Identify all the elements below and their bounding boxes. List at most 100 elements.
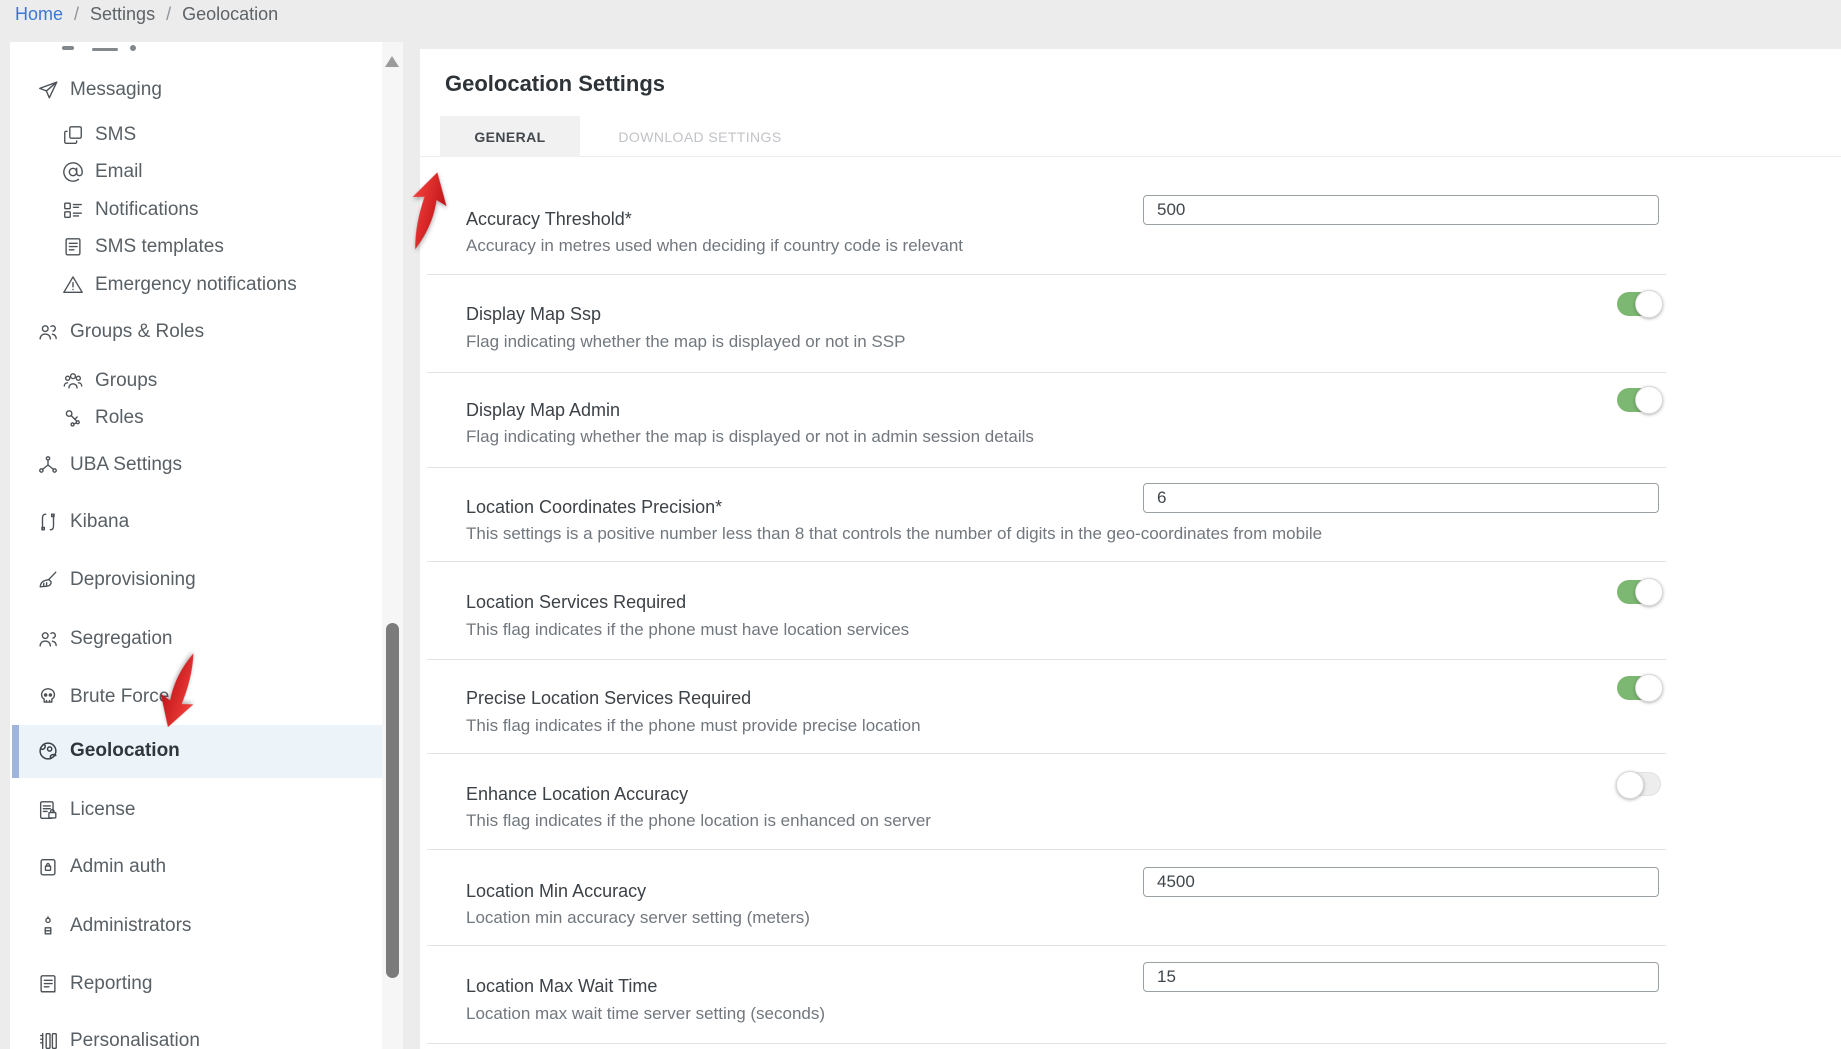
sidebar-item-reporting[interactable]: Reporting — [37, 970, 152, 998]
sidebar-item-label: Kibana — [70, 511, 129, 533]
setting-label-display-map-ssp: Display Map Ssp — [466, 304, 601, 325]
setting-description: Flag indicating whether the map is displ… — [466, 332, 905, 352]
sidebar-item-label: Admin auth — [70, 856, 166, 878]
sidebar-item-label: Personalisation — [70, 1030, 200, 1049]
sidebar-item-label: Deprovisioning — [70, 569, 196, 591]
setting-description: This flag indicates if the phone must pr… — [466, 716, 921, 736]
settings-sidebar: Messaging SMS Email Notifications SMS te… — [10, 42, 403, 1049]
toggle-knob — [1616, 771, 1644, 799]
setting-label-location-min-accuracy: Location Min Accuracy — [466, 881, 646, 902]
sidebar-item-label: Emergency notifications — [95, 274, 297, 296]
page-title: Geolocation Settings — [445, 71, 665, 97]
sidebar-item-groups-roles[interactable]: Groups & Roles — [37, 318, 204, 346]
geolocation-settings-panel: Geolocation Settings GENERAL DOWNLOAD SE… — [420, 49, 1841, 1049]
row-divider — [427, 561, 1666, 562]
sidebar-scrollbar[interactable] — [382, 42, 403, 1049]
paper-plane-icon — [37, 79, 59, 101]
sidebar-item-emergency-notifications[interactable]: Emergency notifications — [62, 271, 297, 299]
row-divider — [427, 1043, 1666, 1044]
setting-description: This settings is a positive number less … — [466, 524, 1322, 544]
row-divider — [427, 753, 1666, 754]
clipped-nav-item-fragment — [62, 46, 74, 50]
sidebar-item-segregation[interactable]: Segregation — [37, 625, 172, 653]
row-divider — [427, 945, 1666, 946]
toggle-knob — [1635, 290, 1663, 318]
sidebar-item-license[interactable]: License — [37, 796, 136, 824]
location-max-wait-time-input[interactable] — [1143, 962, 1659, 992]
sidebar-item-label: Messaging — [70, 79, 162, 101]
clipped-nav-item-fragment — [92, 48, 118, 51]
tab-general[interactable]: GENERAL — [440, 116, 580, 157]
document-lines-icon — [37, 973, 59, 995]
badge-lock-icon — [37, 856, 59, 878]
setting-description: Location min accuracy server setting (me… — [466, 908, 810, 928]
precise-location-services-required-toggle[interactable] — [1617, 676, 1661, 700]
sidebar-scrollbar-thumb[interactable] — [386, 623, 399, 978]
setting-label-precise-location-services-required: Precise Location Services Required — [466, 688, 751, 709]
breadcrumb-geolocation: Geolocation — [182, 4, 278, 25]
breadcrumb-home-link[interactable]: Home — [15, 4, 63, 25]
scroll-up-arrow-icon[interactable] — [385, 56, 399, 67]
globe-icon — [37, 740, 59, 762]
sidebar-item-sms[interactable]: SMS — [62, 121, 136, 149]
breadcrumb-settings: Settings — [90, 4, 155, 25]
branch-nodes-icon — [37, 454, 59, 476]
breadcrumb-separator: / — [166, 4, 171, 25]
selected-row-accent-bar — [12, 725, 19, 778]
broom-icon — [37, 569, 59, 591]
sidebar-item-email[interactable]: Email — [62, 158, 143, 186]
book-columns-icon — [37, 1030, 59, 1049]
tab-bar: GENERAL DOWNLOAD SETTINGS — [420, 116, 1841, 157]
two-people-icon — [37, 628, 59, 650]
sidebar-item-label: Administrators — [70, 915, 191, 937]
sidebar-item-label: License — [70, 799, 136, 821]
setting-label-location-coordinates-precision: Location Coordinates Precision* — [466, 497, 722, 518]
toggle-knob — [1635, 578, 1663, 606]
breadcrumb-separator: / — [74, 4, 79, 25]
setting-label-display-map-admin: Display Map Admin — [466, 400, 620, 421]
sidebar-item-label: Groups — [95, 370, 157, 392]
list-grid-icon — [62, 199, 84, 221]
setting-description: Location max wait time server setting (s… — [466, 1004, 825, 1024]
sidebar-item-kibana[interactable]: Kibana — [37, 508, 129, 536]
sidebar-item-geolocation[interactable]: Geolocation — [37, 737, 180, 765]
sidebar-item-personalisation[interactable]: Personalisation — [37, 1027, 200, 1049]
sidebar-item-label: SMS templates — [95, 236, 224, 258]
enhance-location-accuracy-toggle[interactable] — [1617, 772, 1661, 796]
location-services-required-toggle[interactable] — [1617, 580, 1661, 604]
row-divider — [427, 849, 1666, 850]
row-divider — [427, 659, 1666, 660]
document-lock-icon — [37, 799, 59, 821]
breadcrumb: Home / Settings / Geolocation — [15, 2, 278, 26]
location-coordinates-precision-input[interactable] — [1143, 483, 1659, 513]
skull-icon — [37, 686, 59, 708]
people-group-icon — [62, 370, 84, 392]
at-sign-icon — [62, 161, 84, 183]
sidebar-item-label: Reporting — [70, 973, 152, 995]
setting-description: This flag indicates if the phone must ha… — [466, 620, 909, 640]
sidebar-item-messaging[interactable]: Messaging — [37, 76, 162, 104]
key-nodes-icon — [62, 407, 84, 429]
display-map-admin-toggle[interactable] — [1617, 388, 1661, 412]
row-divider — [427, 274, 1666, 275]
sidebar-item-label: Email — [95, 161, 143, 183]
sidebar-item-groups[interactable]: Groups — [62, 367, 157, 395]
sidebar-item-deprovisioning[interactable]: Deprovisioning — [37, 566, 196, 594]
toggle-knob — [1635, 674, 1663, 702]
display-map-ssp-toggle[interactable] — [1617, 292, 1661, 316]
sidebar-item-notifications[interactable]: Notifications — [62, 196, 199, 224]
sidebar-item-uba-settings[interactable]: UBA Settings — [37, 451, 182, 479]
location-min-accuracy-input[interactable] — [1143, 867, 1659, 897]
toggle-knob — [1635, 386, 1663, 414]
setting-label-location-max-wait-time: Location Max Wait Time — [466, 976, 657, 997]
copy-icon — [62, 124, 84, 146]
sidebar-item-admin-auth[interactable]: Admin auth — [37, 853, 166, 881]
clipped-nav-item-fragment — [130, 45, 136, 51]
accuracy-threshold-input[interactable] — [1143, 195, 1659, 225]
sidebar-item-sms-templates[interactable]: SMS templates — [62, 233, 224, 261]
sidebar-item-administrators[interactable]: Administrators — [37, 912, 191, 940]
sidebar-item-roles[interactable]: Roles — [62, 404, 144, 432]
kibana-icon — [37, 511, 59, 533]
tab-download-settings[interactable]: DOWNLOAD SETTINGS — [580, 116, 820, 157]
sidebar-item-label: Geolocation — [70, 740, 180, 762]
